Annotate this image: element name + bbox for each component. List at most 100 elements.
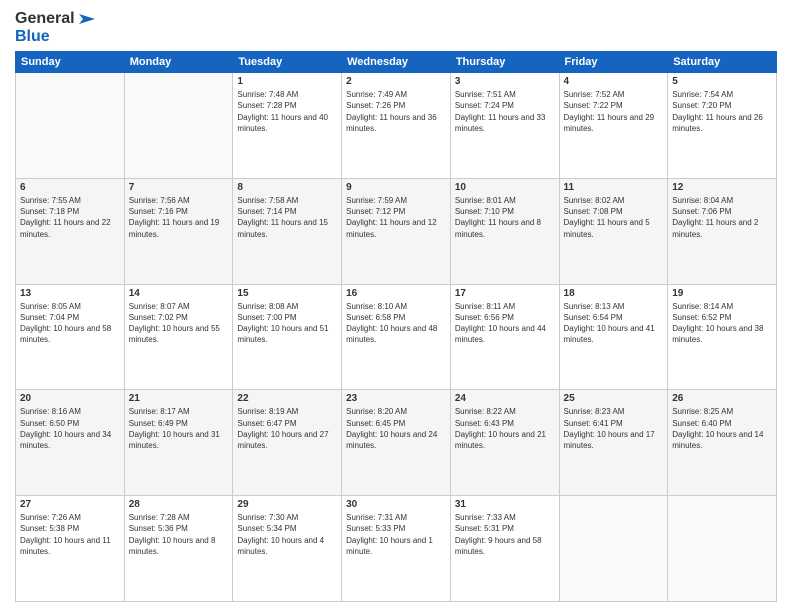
day-info: Sunrise: 8:25 AMSunset: 6:40 PMDaylight:… (672, 406, 772, 451)
calendar-cell (668, 496, 777, 602)
calendar-cell: 7 Sunrise: 7:56 AMSunset: 7:16 PMDaylight… (124, 178, 233, 284)
weekday-saturday: Saturday (668, 52, 777, 73)
logo: General Blue (15, 10, 95, 45)
calendar-cell: 6Sunrise: 7:55 AMSunset: 7:18 PMDaylight… (16, 178, 125, 284)
day-info: Sunrise: 8:02 AMSunset: 7:08 PMDaylight:… (564, 195, 664, 240)
week-row-4: 20 Sunrise: 8:16 AMSunset: 6:50 PMDayligh… (16, 390, 777, 496)
day-info: Sunrise: 7:49 AMSunset: 7:26 PMDaylight:… (346, 89, 446, 134)
calendar-cell: 28Sunrise: 7:28 AMSunset: 5:36 PMDayligh… (124, 496, 233, 602)
weekday-tuesday: Tuesday (233, 52, 342, 73)
day-info: Sunrise: 8:23 AMSunset: 6:41 PMDaylight:… (564, 406, 664, 451)
weekday-monday: Monday (124, 52, 233, 73)
calendar-cell: 8 Sunrise: 7:58 AMSunset: 7:14 PMDaylight… (233, 178, 342, 284)
day-info: Sunrise: 8:11 AMSunset: 6:56 PMDaylight:… (455, 301, 555, 346)
day-info: Sunrise: 8:07 AMSunset: 7:02 PMDaylight:… (129, 301, 229, 346)
logo-text: General Blue (15, 10, 95, 45)
calendar-cell: 10 Sunrise: 8:01 AMSunset: 7:10 PMDayligh… (450, 178, 559, 284)
day-info: Sunrise: 7:52 AMSunset: 7:22 PMDaylight:… (564, 89, 664, 134)
day-info: Sunrise: 8:08 AMSunset: 7:00 PMDaylight:… (237, 301, 337, 346)
calendar-cell: 21 Sunrise: 8:17 AMSunset: 6:49 PMDayligh… (124, 390, 233, 496)
day-number: 2 (346, 76, 446, 87)
day-number: 16 (346, 288, 446, 299)
calendar-cell: 23 Sunrise: 8:20 AMSunset: 6:45 PMDayligh… (342, 390, 451, 496)
day-number: 29 (237, 499, 337, 510)
calendar-cell: 30 Sunrise: 7:31 AMSunset: 5:33 PMDayligh… (342, 496, 451, 602)
day-info: Sunrise: 7:48 AMSunset: 7:28 PMDaylight:… (237, 89, 337, 134)
day-info: Sunrise: 7:31 AMSunset: 5:33 PMDaylight:… (346, 512, 446, 557)
weekday-thursday: Thursday (450, 52, 559, 73)
day-info: Sunrise: 7:55 AMSunset: 7:18 PMDaylight:… (20, 195, 120, 240)
day-number: 27 (20, 499, 120, 510)
page: General Blue SundayMondayTuesdayWednesda… (0, 0, 792, 612)
week-row-3: 13 Sunrise: 8:05 AMSunset: 7:04 PMDayligh… (16, 284, 777, 390)
day-number: 23 (346, 393, 446, 404)
calendar-cell: 4Sunrise: 7:52 AMSunset: 7:22 PMDaylight… (559, 73, 668, 179)
day-number: 14 (129, 288, 229, 299)
day-info: Sunrise: 7:33 AMSunset: 5:31 PMDaylight:… (455, 512, 555, 557)
day-number: 25 (564, 393, 664, 404)
logo-blue: Blue (15, 28, 95, 46)
day-info: Sunrise: 8:10 AMSunset: 6:58 PMDaylight:… (346, 301, 446, 346)
day-number: 24 (455, 393, 555, 404)
day-number: 19 (672, 288, 772, 299)
day-info: Sunrise: 7:58 AMSunset: 7:14 PMDaylight:… (237, 195, 337, 240)
day-number: 1 (237, 76, 337, 87)
day-number: 12 (672, 182, 772, 193)
day-info: Sunrise: 8:22 AMSunset: 6:43 PMDaylight:… (455, 406, 555, 451)
day-number: 26 (672, 393, 772, 404)
day-number: 17 (455, 288, 555, 299)
weekday-friday: Friday (559, 52, 668, 73)
calendar-cell: 24 Sunrise: 8:22 AMSunset: 6:43 PMDayligh… (450, 390, 559, 496)
day-number: 5 (672, 76, 772, 87)
calendar-cell: 5Sunrise: 7:54 AMSunset: 7:20 PMDaylight… (668, 73, 777, 179)
day-info: Sunrise: 8:20 AMSunset: 6:45 PMDaylight:… (346, 406, 446, 451)
day-number: 30 (346, 499, 446, 510)
day-info: Sunrise: 8:19 AMSunset: 6:47 PMDaylight:… (237, 406, 337, 451)
week-row-2: 6Sunrise: 7:55 AMSunset: 7:18 PMDaylight… (16, 178, 777, 284)
calendar-cell: 13 Sunrise: 8:05 AMSunset: 7:04 PMDayligh… (16, 284, 125, 390)
day-info: Sunrise: 7:30 AMSunset: 5:34 PMDaylight:… (237, 512, 337, 557)
day-number: 20 (20, 393, 120, 404)
day-info: Sunrise: 8:17 AMSunset: 6:49 PMDaylight:… (129, 406, 229, 451)
calendar-cell: 26 Sunrise: 8:25 AMSunset: 6:40 PMDayligh… (668, 390, 777, 496)
calendar-cell: 29 Sunrise: 7:30 AMSunset: 5:34 PMDayligh… (233, 496, 342, 602)
day-number: 8 (237, 182, 337, 193)
day-info: Sunrise: 8:13 AMSunset: 6:54 PMDaylight:… (564, 301, 664, 346)
day-number: 9 (346, 182, 446, 193)
calendar-cell: 2 Sunrise: 7:49 AMSunset: 7:26 PMDaylight… (342, 73, 451, 179)
calendar-cell: 3 Sunrise: 7:51 AMSunset: 7:24 PMDaylight… (450, 73, 559, 179)
day-number: 11 (564, 182, 664, 193)
day-number: 21 (129, 393, 229, 404)
calendar-cell: 14 Sunrise: 8:07 AMSunset: 7:02 PMDayligh… (124, 284, 233, 390)
day-number: 10 (455, 182, 555, 193)
day-number: 15 (237, 288, 337, 299)
day-info: Sunrise: 7:56 AMSunset: 7:16 PMDaylight:… (129, 195, 229, 240)
day-number: 18 (564, 288, 664, 299)
day-info: Sunrise: 8:16 AMSunset: 6:50 PMDaylight:… (20, 406, 120, 451)
calendar-table: SundayMondayTuesdayWednesdayThursdayFrid… (15, 51, 777, 602)
logo-general: General (15, 10, 95, 28)
day-number: 31 (455, 499, 555, 510)
day-info: Sunrise: 8:05 AMSunset: 7:04 PMDaylight:… (20, 301, 120, 346)
day-number: 7 (129, 182, 229, 193)
day-number: 13 (20, 288, 120, 299)
day-info: Sunrise: 8:04 AMSunset: 7:06 PMDaylight:… (672, 195, 772, 240)
calendar-cell: 9Sunrise: 7:59 AMSunset: 7:12 PMDaylight… (342, 178, 451, 284)
weekday-header-row: SundayMondayTuesdayWednesdayThursdayFrid… (16, 52, 777, 73)
calendar-cell: 31 Sunrise: 7:33 AMSunset: 5:31 PMDayligh… (450, 496, 559, 602)
calendar-cell: 11 Sunrise: 8:02 AMSunset: 7:08 PMDayligh… (559, 178, 668, 284)
day-info: Sunrise: 7:26 AMSunset: 5:38 PMDaylight:… (20, 512, 120, 557)
calendar-cell: 12 Sunrise: 8:04 AMSunset: 7:06 PMDayligh… (668, 178, 777, 284)
calendar-cell: 17 Sunrise: 8:11 AMSunset: 6:56 PMDayligh… (450, 284, 559, 390)
header: General Blue (15, 10, 777, 45)
calendar-cell (124, 73, 233, 179)
day-number: 3 (455, 76, 555, 87)
calendar-cell (16, 73, 125, 179)
weekday-sunday: Sunday (16, 52, 125, 73)
calendar-cell: 16 Sunrise: 8:10 AMSunset: 6:58 PMDayligh… (342, 284, 451, 390)
calendar-cell: 19Sunrise: 8:14 AMSunset: 6:52 PMDayligh… (668, 284, 777, 390)
calendar-cell: 1 Sunrise: 7:48 AMSunset: 7:28 PMDaylight… (233, 73, 342, 179)
day-info: Sunrise: 7:51 AMSunset: 7:24 PMDaylight:… (455, 89, 555, 134)
day-info: Sunrise: 8:01 AMSunset: 7:10 PMDaylight:… (455, 195, 555, 240)
calendar-cell: 27 Sunrise: 7:26 AMSunset: 5:38 PMDayligh… (16, 496, 125, 602)
